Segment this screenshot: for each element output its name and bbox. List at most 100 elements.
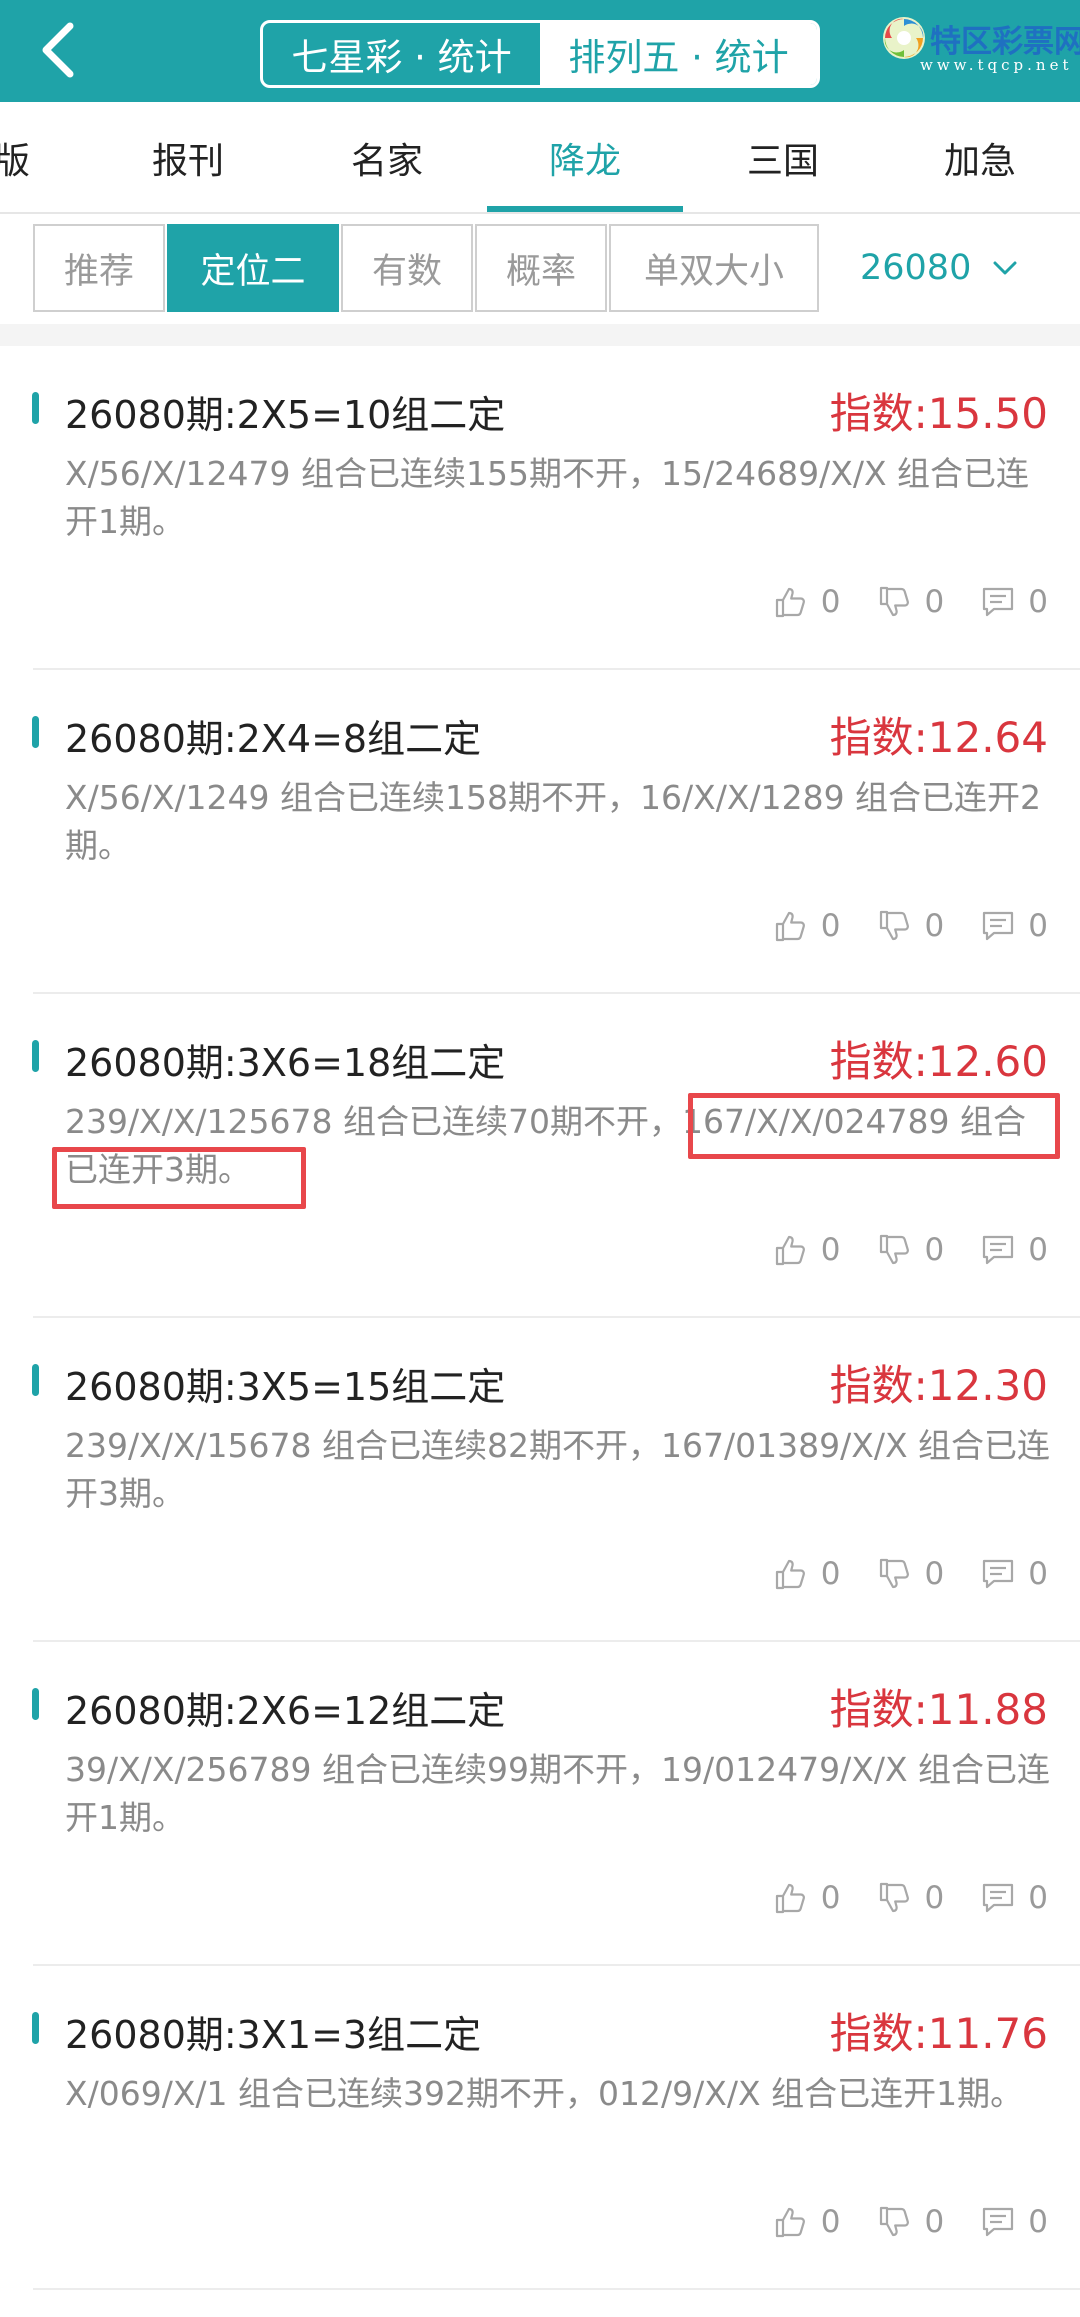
tab-jianglong[interactable]: 降龙: [485, 102, 685, 214]
like-button[interactable]: 0: [773, 2204, 841, 2240]
prediction-card[interactable]: 26080期:2X4=8组二定 指数:12.64 X/56/X/1249 组合已…: [0, 670, 1080, 994]
segment-pailiewu[interactable]: 排列五 · 统计: [540, 23, 817, 85]
like-button[interactable]: 0: [773, 1232, 841, 1268]
like-button[interactable]: 0: [773, 584, 841, 620]
card-actions: 0 0 0: [737, 908, 1048, 944]
tab-jiaji[interactable]: 加急: [880, 102, 1080, 214]
dislike-button[interactable]: 0: [877, 1556, 945, 1592]
card-index: 指数:11.88: [829, 1685, 1048, 1734]
filter-danshuangdaxiao[interactable]: 单双大小: [609, 224, 819, 312]
card-actions: 0 0 0: [737, 584, 1048, 620]
card-description: 39/X/X/256789 组合已连续99期不开，19/012479/X/X 组…: [65, 1750, 1051, 1837]
segment-qixingcai[interactable]: 七星彩 · 统计: [263, 23, 540, 85]
card-accent-bar: [32, 1688, 39, 1720]
site-logo: 特区彩票网 www.tqcp.net: [880, 10, 1080, 92]
comment-count: 0: [1028, 1556, 1048, 1592]
lottery-segment-control: 七星彩 · 统计 排列五 · 统计: [260, 20, 820, 88]
filter-bar: 推荐 定位二 有数 概率 单双大小 26080: [0, 214, 1080, 324]
filter-chips: 推荐 定位二 有数 概率 单双大小: [33, 224, 821, 312]
card-index: 指数:12.30: [829, 1361, 1048, 1410]
back-button[interactable]: [28, 20, 88, 80]
thumbs-up-icon: [775, 1559, 805, 1590]
filter-tuijian[interactable]: 推荐: [33, 224, 165, 312]
card-title: 26080期:2X5=10组二定: [65, 393, 506, 437]
filter-dingweier[interactable]: 定位二: [167, 224, 339, 312]
prediction-card[interactable]: 26080期:2X6=12组二定 指数:11.88 39/X/X/256789 …: [0, 1642, 1080, 1966]
like-count: 0: [820, 908, 841, 944]
section-divider: [0, 324, 1080, 346]
card-title: 26080期:3X6=18组二定: [65, 1041, 506, 1085]
prediction-list: 26080期:2X5=10组二定 指数:15.50 X/56/X/12479 组…: [0, 346, 1080, 2290]
prediction-card[interactable]: 26080期:3X1=3组二定 指数:11.76 X/069/X/1 组合已连续…: [0, 1966, 1080, 2290]
comment-button[interactable]: 0: [980, 1556, 1048, 1592]
card-description: 239/X/X/15678 组合已连续82期不开，167/01389/X/X 组…: [65, 1426, 1051, 1513]
prediction-card[interactable]: 26080期:3X5=15组二定 指数:12.30 239/X/X/15678 …: [0, 1318, 1080, 1642]
dislike-count: 0: [924, 1232, 945, 1268]
comment-icon: [983, 587, 1014, 617]
logo-text: 特区彩票网: [930, 24, 1080, 60]
highlight-box: [52, 1147, 306, 1209]
card-accent-bar: [32, 392, 39, 424]
like-button[interactable]: 0: [773, 1880, 841, 1916]
comment-icon: [983, 1883, 1014, 1913]
card-accent-bar: [32, 716, 39, 748]
tab-mingjia[interactable]: 名家: [287, 102, 487, 214]
channel-tabs: 版 报刊 名家 降龙 三国 加急: [0, 102, 1080, 214]
logo-url: www.tqcp.net: [920, 56, 1073, 74]
like-count: 0: [820, 1880, 841, 1916]
comment-button[interactable]: 0: [980, 1880, 1048, 1916]
card-index: 指数:15.50: [829, 389, 1048, 438]
card-index: 指数:12.60: [829, 1037, 1048, 1086]
dislike-button[interactable]: 0: [877, 2204, 945, 2240]
like-button[interactable]: 0: [773, 1556, 841, 1592]
filter-gailv[interactable]: 概率: [475, 224, 607, 312]
comment-button[interactable]: 0: [980, 2204, 1048, 2240]
dislike-button[interactable]: 0: [877, 1232, 945, 1268]
like-count: 0: [820, 1232, 841, 1268]
card-actions: 0 0 0: [737, 1232, 1048, 1268]
comment-count: 0: [1028, 908, 1048, 944]
tab-sanguo[interactable]: 三国: [683, 102, 883, 214]
dislike-button[interactable]: 0: [877, 584, 944, 620]
dislike-count: 0: [924, 2204, 945, 2240]
card-actions: 0 0 0: [737, 2204, 1048, 2240]
like-count: 0: [820, 1556, 841, 1592]
chevron-down-icon: [993, 261, 1017, 275]
dislike-count: 0: [924, 1556, 945, 1592]
thumbs-down-icon: [879, 1558, 909, 1589]
issue-selector[interactable]: 26080: [860, 224, 1019, 312]
comment-icon: [983, 2207, 1014, 2237]
thumbs-up-icon: [775, 2207, 805, 2238]
card-title: 26080期:3X1=3组二定: [65, 2013, 482, 2057]
card-title: 26080期:3X5=15组二定: [65, 1365, 506, 1409]
card-title: 26080期:2X4=8组二定: [65, 717, 482, 761]
card-accent-bar: [32, 2012, 39, 2044]
comment-icon: [983, 1559, 1014, 1589]
top-bar: 七星彩 · 统计 排列五 · 统计 特区彩票网 www.tqcp.net: [0, 0, 1080, 102]
comment-button[interactable]: 0: [980, 908, 1048, 944]
card-actions: 0 0 0: [737, 1880, 1048, 1916]
like-count: 0: [820, 2204, 841, 2240]
thumbs-down-icon: [879, 910, 909, 941]
comment-button[interactable]: 0: [980, 1232, 1048, 1268]
card-actions: 0 0 0: [737, 1556, 1048, 1592]
prediction-card[interactable]: 26080期:2X5=10组二定 指数:15.50 X/56/X/12479 组…: [0, 346, 1080, 670]
thumbs-up-icon: [775, 587, 805, 618]
like-count: 0: [820, 584, 841, 620]
card-title: 26080期:2X6=12组二定: [65, 1689, 506, 1733]
card-description: X/56/X/12479 组合已连续155期不开，15/24689/X/X 组合…: [65, 454, 1030, 541]
card-index: 指数:12.64: [829, 713, 1048, 762]
comment-button[interactable]: 0: [980, 584, 1048, 620]
tab-baokan[interactable]: 报刊: [88, 102, 288, 214]
logo-swirl-icon: [883, 17, 925, 59]
filter-youshu[interactable]: 有数: [341, 224, 473, 312]
dislike-count: 0: [924, 908, 945, 944]
comment-icon: [983, 911, 1014, 941]
dislike-button[interactable]: 0: [877, 908, 945, 944]
like-button[interactable]: 0: [773, 908, 841, 944]
comment-icon: [983, 1235, 1014, 1265]
comment-count: 0: [1028, 1880, 1048, 1916]
card-accent-bar: [32, 1364, 39, 1396]
dislike-button[interactable]: 0: [877, 1880, 945, 1916]
dislike-count: 0: [924, 1880, 945, 1916]
